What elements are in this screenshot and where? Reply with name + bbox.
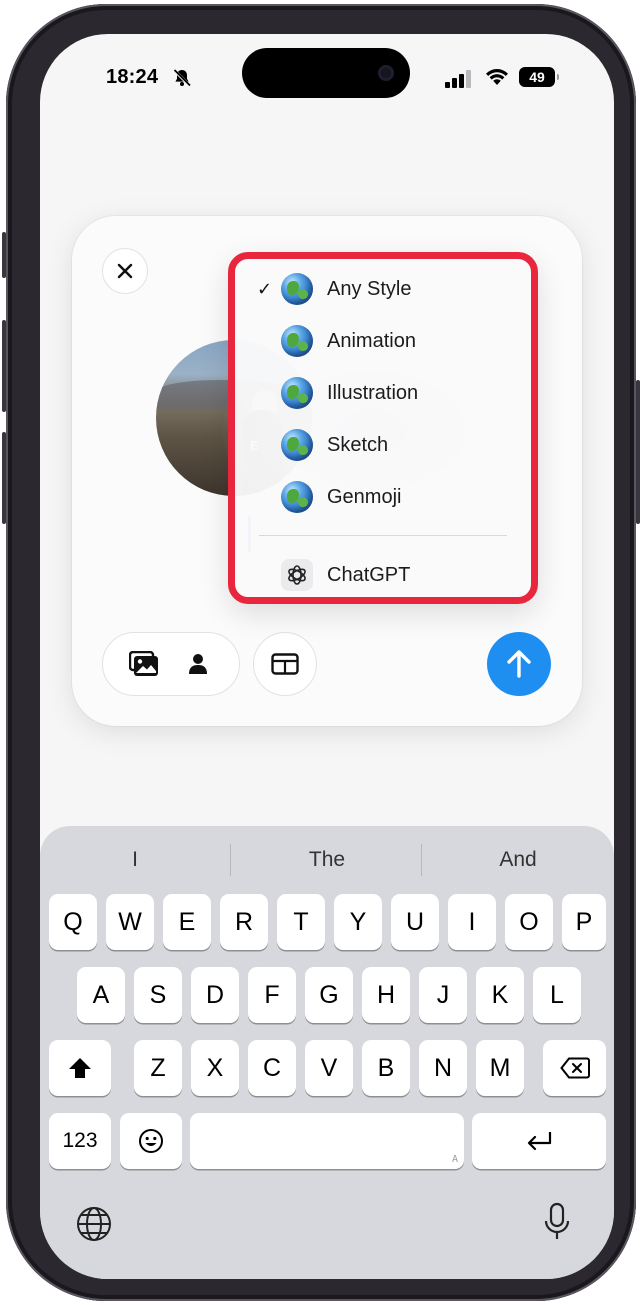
suggestion-divider [421,844,422,876]
key-t[interactable]: T [277,894,325,950]
globe-keyboard-icon[interactable] [76,1206,112,1242]
volume-up-button [2,320,6,412]
globe-icon [281,325,313,357]
key-c[interactable]: C [248,1040,296,1096]
key-h[interactable]: H [362,967,410,1023]
keyboard: I The And Q W E R T Y U I O P A S D F G … [40,826,614,1279]
space-hint: A [451,1154,458,1165]
menu-item-sketch[interactable]: Sketch [235,419,531,471]
menu-item-any-style[interactable]: ✓ Any Style [235,263,531,315]
menu-item-label: ChatGPT [327,563,411,586]
menu-item-animation[interactable]: Animation [235,315,531,367]
suggestion-divider [230,844,231,876]
close-button[interactable] [102,248,148,294]
key-l[interactable]: L [533,967,581,1023]
layout-icon [271,653,299,675]
menu-item-chatgpt[interactable]: ChatGPT [235,549,531,601]
space-key[interactable]: A [190,1113,464,1169]
key-o[interactable]: O [505,894,553,950]
key-m[interactable]: M [476,1040,524,1096]
numbers-key[interactable]: 123 [49,1113,111,1169]
dynamic-island [242,48,410,98]
volume-down-button [2,432,6,524]
globe-icon [281,377,313,409]
power-button [636,380,640,524]
suggestion-1[interactable]: I [40,840,230,880]
menu-item-label: Animation [327,329,416,352]
layout-button[interactable] [253,632,317,696]
key-g[interactable]: G [305,967,353,1023]
suggestion-2[interactable]: The [232,840,422,880]
battery-indicator: 49 [519,67,559,87]
key-u[interactable]: U [391,894,439,950]
globe-icon [281,273,313,305]
key-q[interactable]: Q [49,894,97,950]
key-p[interactable]: P [562,894,606,950]
bell-muted-icon [172,68,192,88]
shift-icon [69,1058,91,1078]
key-e[interactable]: E [163,894,211,950]
globe-icon [281,429,313,461]
person-icon [189,654,207,674]
key-n[interactable]: N [419,1040,467,1096]
photos-button[interactable] [127,647,161,681]
menu-item-label: Sketch [327,433,389,456]
suggestion-3[interactable]: And [423,840,613,880]
menu-item-genmoji[interactable]: Genmoji [235,471,531,523]
photo-library-icon [129,651,158,676]
key-i[interactable]: I [448,894,496,950]
microphone-icon[interactable] [544,1202,570,1242]
cellular-signal-icon [445,70,471,88]
menu-item-label: Illustration [327,381,419,404]
style-menu: ✓ Any Style Animation Illustration Sketc… [228,252,538,604]
send-button[interactable] [487,632,551,696]
key-a[interactable]: A [77,967,125,1023]
wifi-icon [486,69,508,85]
key-b[interactable]: B [362,1040,410,1096]
source-button-group [102,632,240,696]
key-s[interactable]: S [134,967,182,1023]
return-key[interactable] [472,1113,606,1169]
emoji-icon [139,1129,163,1153]
return-icon [527,1132,552,1151]
emoji-key[interactable] [120,1113,182,1169]
key-r[interactable]: R [220,894,268,950]
chatgpt-icon [281,559,313,591]
key-y[interactable]: Y [334,894,382,950]
key-z[interactable]: Z [134,1040,182,1096]
status-time: 18:24 [106,66,159,88]
shift-key[interactable] [49,1040,111,1096]
globe-icon [281,481,313,513]
backspace-icon [559,1057,590,1079]
key-k[interactable]: K [476,967,524,1023]
key-j[interactable]: J [419,967,467,1023]
menu-item-illustration[interactable]: Illustration [235,367,531,419]
key-w[interactable]: W [106,894,154,950]
delete-key[interactable] [543,1040,606,1096]
key-d[interactable]: D [191,967,239,1023]
close-icon [117,263,133,279]
key-x[interactable]: X [191,1040,239,1096]
key-v[interactable]: V [305,1040,353,1096]
key-f[interactable]: F [248,967,296,1023]
menu-divider [259,535,507,536]
menu-item-label: Any Style [327,277,412,300]
checkmark-icon: ✓ [257,278,273,299]
screen: 18:24 49 ✓ Any Style Animation Illustrat… [40,34,614,1279]
action-button [2,232,6,278]
phone-frame: 18:24 49 ✓ Any Style Animation Illustrat… [2,4,640,1301]
person-button[interactable] [181,647,215,681]
menu-item-label: Genmoji [327,485,402,508]
arrow-up-icon [507,650,531,678]
camera-icon [378,65,394,81]
